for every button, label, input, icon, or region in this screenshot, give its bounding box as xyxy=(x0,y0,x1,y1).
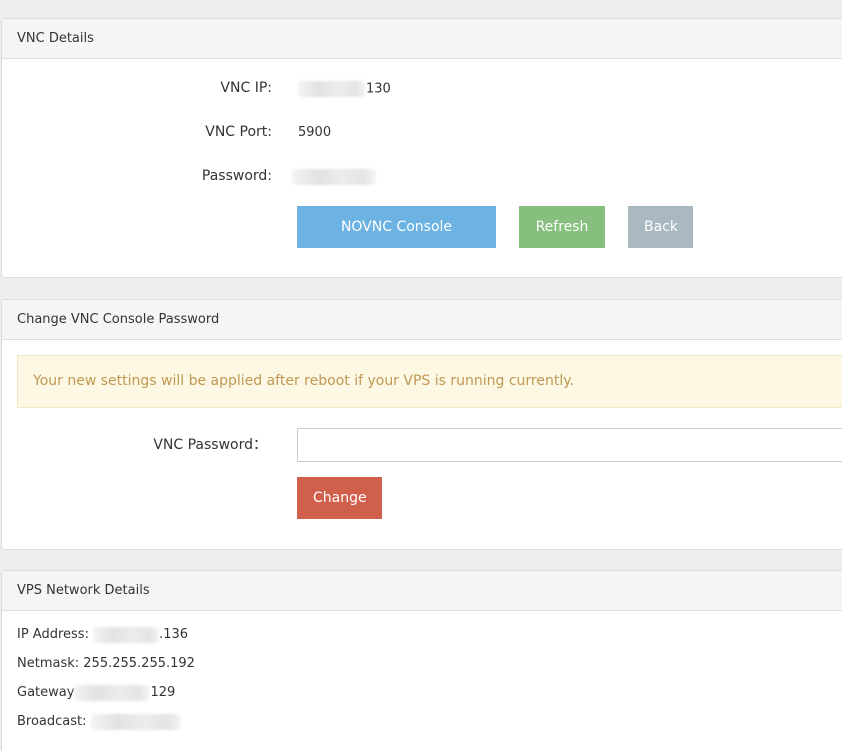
novnc-console-button[interactable]: NOVNC Console (HTML5) xyxy=(297,206,496,277)
warning-alert: Your new settings will be applied after … xyxy=(17,355,842,408)
broadcast-row: Broadcast: xyxy=(17,712,181,732)
gateway-row: Gateway 129 xyxy=(17,683,175,703)
vnc-password-field-label: VNC Password： xyxy=(153,437,267,453)
network-details-panel: VPS Network Details IP Address: .136 Net… xyxy=(1,570,842,751)
ip-address-label: IP Address: xyxy=(17,627,89,642)
netmask-row: Netmask: 255.255.255.192 xyxy=(17,654,195,674)
redacted-ip xyxy=(298,81,366,97)
vnc-password-input[interactable] xyxy=(297,428,842,462)
vnc-password-value xyxy=(292,169,376,185)
netmask-label: Netmask: xyxy=(17,656,80,671)
redacted-broadcast xyxy=(90,713,181,730)
vnc-ip-value: 130 xyxy=(298,81,391,97)
redacted-ip-address xyxy=(93,626,160,643)
vnc-port-label: VNC Port: xyxy=(205,124,272,140)
vnc-details-panel: VNC Details VNC IP: 130 VNC Port: 5900 P… xyxy=(1,18,842,278)
change-button[interactable]: Change xyxy=(297,477,382,519)
back-button[interactable]: Back xyxy=(628,206,693,248)
ip-address-row: IP Address: .136 xyxy=(17,625,188,645)
vnc-port-value: 5900 xyxy=(298,125,332,140)
broadcast-label: Broadcast: xyxy=(17,714,87,729)
top-bar xyxy=(0,0,842,10)
gateway-label: Gateway xyxy=(17,685,75,700)
ip-address-suffix: .136 xyxy=(159,627,189,642)
redacted-password xyxy=(292,169,376,185)
network-details-heading: VPS Network Details xyxy=(2,571,842,611)
change-password-heading: Change VNC Console Password xyxy=(2,300,842,340)
vnc-ip-label: VNC IP: xyxy=(220,80,272,96)
vnc-details-heading: VNC Details xyxy=(2,19,842,59)
netmask-value: 255.255.255.192 xyxy=(83,656,195,671)
vnc-password-label: Password: xyxy=(201,168,272,184)
change-password-panel: Change VNC Console Password Your new set… xyxy=(1,299,842,550)
vnc-ip-suffix: 130 xyxy=(366,81,391,97)
gateway-suffix: 129 xyxy=(150,685,176,700)
redacted-gateway xyxy=(74,684,151,701)
refresh-button[interactable]: Refresh xyxy=(519,206,605,248)
